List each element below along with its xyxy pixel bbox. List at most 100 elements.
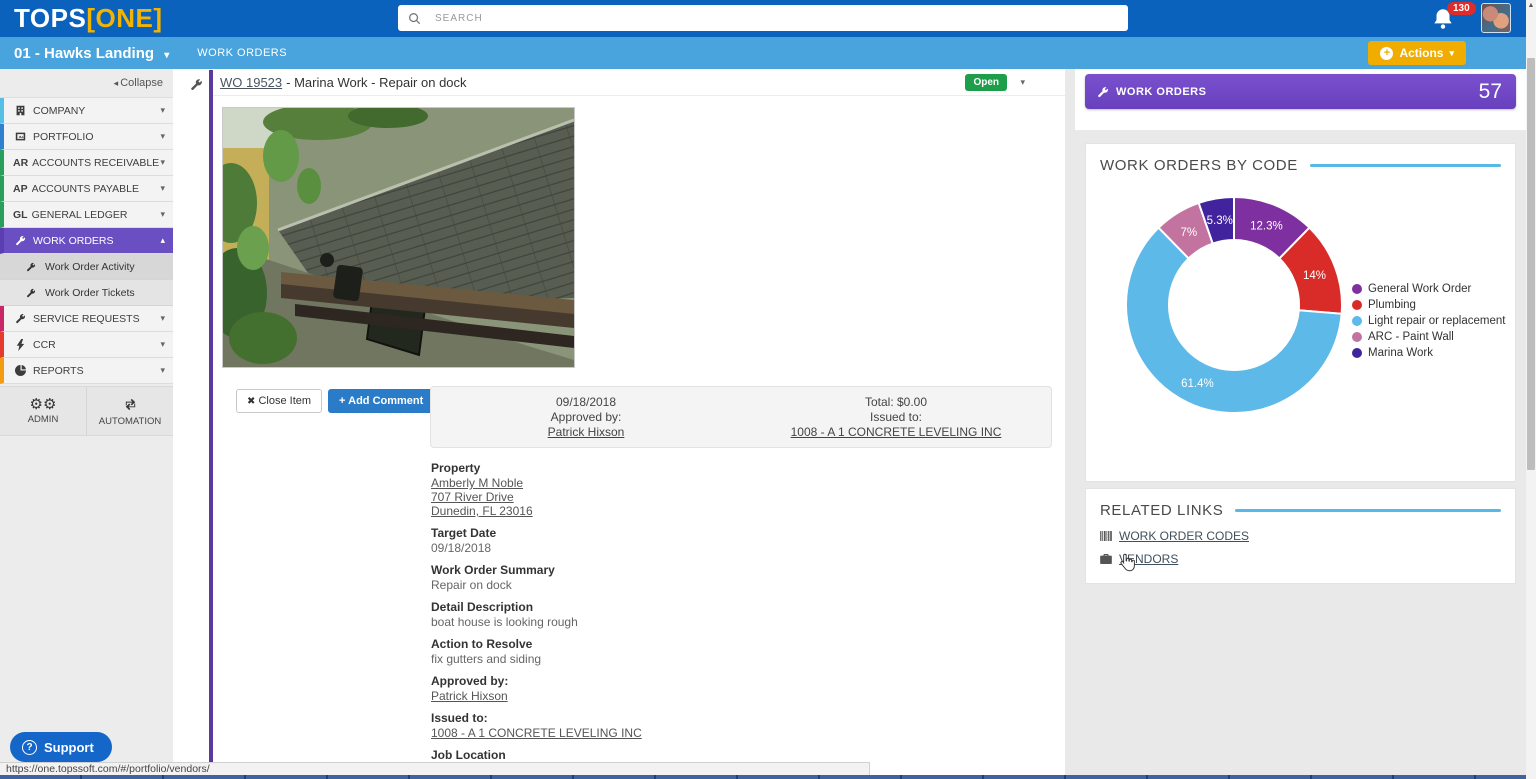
support-label: Support xyxy=(44,740,94,755)
collapse-arrow-icon: ◂ xyxy=(114,78,119,89)
caret-down-icon: ▾ xyxy=(164,50,169,61)
search-input[interactable] xyxy=(435,13,1118,24)
sidebar-item-work-order-activity[interactable]: Work Order Activity xyxy=(0,254,173,280)
caret-down-icon[interactable]: ▾ xyxy=(1020,77,1025,88)
work-orders-count-banner[interactable]: WORK ORDERS 57 xyxy=(1085,74,1516,109)
legend-dot xyxy=(1352,300,1362,310)
global-search[interactable] xyxy=(398,5,1128,31)
sidebar: ◂ Collapse COMPANY ▾ PORTFOLIO ▾ AR ACCO… xyxy=(0,69,173,779)
summary-label: Work Order Summary xyxy=(431,563,1051,577)
wrench-icon xyxy=(26,288,40,298)
approval-summary-box: 09/18/2018 Approved by: Patrick Hixson T… xyxy=(430,386,1052,448)
wrench-icon xyxy=(13,235,28,246)
close-icon: ✖ xyxy=(247,396,255,407)
property-street-link[interactable]: 707 River Drive xyxy=(431,490,514,504)
briefcase-icon xyxy=(1100,554,1112,564)
taskbar-edge xyxy=(0,775,1536,779)
sidebar-item-label: CCR xyxy=(33,339,160,351)
action-value: fix gutters and siding xyxy=(431,652,541,666)
admin-label: ADMIN xyxy=(28,414,59,425)
approved-by-link[interactable]: Patrick Hixson xyxy=(548,425,625,440)
context-bar: 01 - Hawks Landing ▾ WORK ORDERS + Actio… xyxy=(0,37,1526,69)
title-rule xyxy=(1235,509,1501,512)
legend-label: Light repair or replacement xyxy=(1368,315,1505,327)
sidebar-item-company[interactable]: COMPANY ▾ xyxy=(0,98,173,124)
legend-item[interactable]: Marina Work xyxy=(1352,347,1505,359)
property-name-link[interactable]: Amberly M Noble xyxy=(431,476,523,490)
sidebar-subitem-label: Work Order Activity xyxy=(45,261,135,273)
sidebar-item-service-requests[interactable]: SERVICE REQUESTS ▾ xyxy=(0,306,173,332)
approved-by-label: Approved by: xyxy=(431,674,1051,688)
approved-by-link[interactable]: Patrick Hixson xyxy=(431,689,508,703)
sidebar-item-label: PORTFOLIO xyxy=(33,131,160,143)
app-logo[interactable]: TOPS[ONE] xyxy=(14,3,163,34)
scroll-up-arrow[interactable]: ▲ xyxy=(1526,2,1536,9)
close-item-button[interactable]: ✖ Close Item xyxy=(236,389,322,413)
community-selector[interactable]: 01 - Hawks Landing ▾ xyxy=(14,45,169,62)
sidebar-item-accounts-payable[interactable]: AP ACCOUNTS PAYABLE ▾ xyxy=(0,176,173,202)
hand-cursor-icon xyxy=(1119,553,1135,572)
work-order-codes-link[interactable]: WORK ORDER CODES xyxy=(1119,529,1249,543)
sidebar-item-label: COMPANY xyxy=(33,105,160,117)
building-icon xyxy=(13,105,28,116)
add-comment-label: Add Comment xyxy=(348,395,423,407)
related-link-work-order-codes[interactable]: WORK ORDER CODES xyxy=(1100,529,1515,543)
sidebar-item-work-order-tickets[interactable]: Work Order Tickets xyxy=(0,280,173,306)
automation-icon xyxy=(123,396,138,414)
property-label: Property xyxy=(431,461,1051,475)
sidebar-item-ccr[interactable]: CCR ▾ xyxy=(0,332,173,358)
summary-value: Repair on dock xyxy=(431,578,512,592)
sidebar-item-general-ledger[interactable]: GL GENERAL LEDGER ▾ xyxy=(0,202,173,228)
work-orders-count: 57 xyxy=(1479,80,1502,104)
legend-label: ARC - Paint Wall xyxy=(1368,331,1454,343)
caret-down-icon: ▾ xyxy=(160,339,165,350)
action-label: Action to Resolve xyxy=(431,637,1051,651)
work-order-photo[interactable] xyxy=(222,107,575,368)
legend-dot xyxy=(1352,332,1362,342)
legend-label: General Work Order xyxy=(1368,283,1471,295)
support-button[interactable]: ? Support xyxy=(10,732,112,762)
issued-to-link[interactable]: 1008 - A 1 CONCRETE LEVELING INC xyxy=(431,726,642,740)
admin-button[interactable]: ⚙⚙ ADMIN xyxy=(0,387,86,435)
page-scrollbar[interactable]: ▲ xyxy=(1526,0,1536,779)
sidebar-item-portfolio[interactable]: PORTFOLIO ▾ xyxy=(0,124,173,150)
sidebar-item-reports[interactable]: REPORTS ▾ xyxy=(0,358,173,384)
automation-button[interactable]: AUTOMATION xyxy=(86,387,173,435)
related-link-vendors[interactable]: VENDORS xyxy=(1100,552,1515,566)
collapse-label: Collapse xyxy=(120,77,163,89)
sidebar-quick-actions: ⚙⚙ ADMIN AUTOMATION xyxy=(0,386,173,436)
issued-to-link[interactable]: 1008 - A 1 CONCRETE LEVELING INC xyxy=(791,425,1002,440)
automation-label: AUTOMATION xyxy=(99,416,161,427)
legend-item[interactable]: Light repair or replacement xyxy=(1352,315,1505,327)
legend-dot xyxy=(1352,284,1362,294)
work-order-details: Property Amberly M Noble 707 River Drive… xyxy=(431,461,1051,779)
chart-legend: General Work Order Plumbing Light repair o… xyxy=(1352,283,1505,363)
title-rule xyxy=(1310,164,1501,167)
sidebar-item-accounts-receivable[interactable]: AR ACCOUNTS RECEIVABLE ▾ xyxy=(0,150,173,176)
sidebar-item-work-orders[interactable]: WORK ORDERS ▴ xyxy=(0,228,173,254)
legend-item[interactable]: ARC - Paint Wall xyxy=(1352,331,1505,343)
plus-circle-icon: + xyxy=(1380,47,1393,60)
work-order-id-link[interactable]: WO 19523 xyxy=(220,75,282,90)
related-links-title: RELATED LINKS xyxy=(1100,502,1223,519)
actions-button[interactable]: + Actions ▾ xyxy=(1368,41,1466,65)
sidebar-collapse-button[interactable]: ◂ Collapse xyxy=(0,69,173,98)
scrollbar-thumb[interactable] xyxy=(1527,58,1535,470)
reports-icon xyxy=(13,365,28,376)
legend-item[interactable]: General Work Order xyxy=(1352,283,1505,295)
sidebar-item-label: SERVICE REQUESTS xyxy=(33,313,160,325)
caret-down-icon: ▾ xyxy=(160,209,165,220)
legend-item[interactable]: Plumbing xyxy=(1352,299,1505,311)
property-city-link[interactable]: Dunedin, FL 23016 xyxy=(431,504,533,518)
chart-title: WORK ORDERS BY CODE xyxy=(1100,157,1298,174)
user-avatar[interactable] xyxy=(1481,3,1511,33)
issued-column: Total: $0.00 Issued to: 1008 - A 1 CONCR… xyxy=(741,387,1051,447)
description-label: Detail Description xyxy=(431,600,1051,614)
status-badge[interactable]: Open xyxy=(965,74,1007,91)
related-links-title-row: RELATED LINKS xyxy=(1086,489,1515,519)
sidebar-subitem-label: Work Order Tickets xyxy=(45,287,135,299)
plus-icon: + xyxy=(339,395,345,407)
notification-count-badge[interactable]: 130 xyxy=(1447,2,1476,15)
add-comment-button[interactable]: + Add Comment xyxy=(328,389,434,413)
sidebar-item-label: GENERAL LEDGER xyxy=(32,209,161,221)
